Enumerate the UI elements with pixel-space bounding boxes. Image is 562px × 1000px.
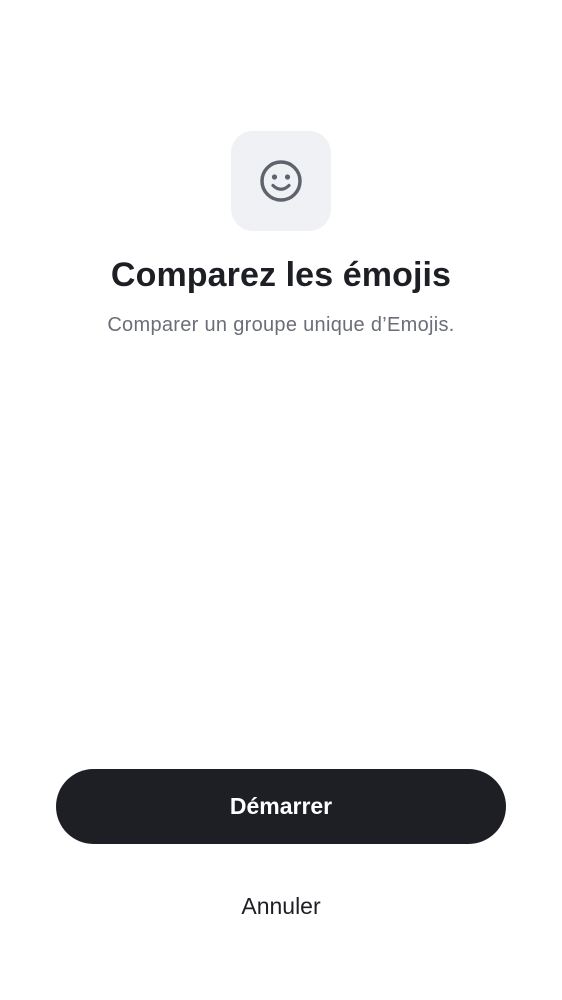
emoji-icon-tile — [231, 131, 331, 231]
cancel-button[interactable]: Annuler — [181, 880, 381, 932]
emoji-compare-screen: Comparez les émojis Comparer un groupe u… — [0, 0, 562, 1000]
start-button[interactable]: Démarrer — [56, 769, 506, 844]
page-subtitle: Comparer un groupe unique d’Emojis. — [107, 314, 455, 336]
smiley-face-icon — [258, 158, 304, 204]
page-title: Comparez les émojis — [110, 256, 452, 294]
